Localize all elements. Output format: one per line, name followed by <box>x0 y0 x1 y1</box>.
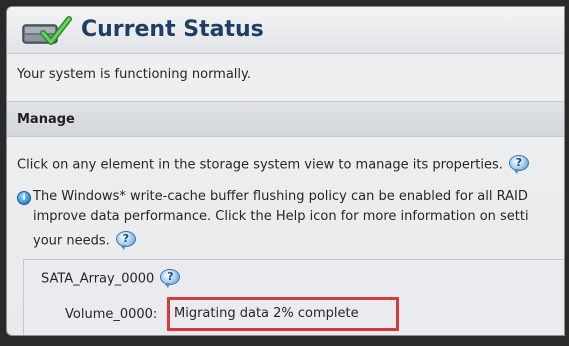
volume-status-highlight: Migrating data 2% complete <box>167 297 399 331</box>
help-icon[interactable]: ? <box>508 155 529 174</box>
policy-text-line2: improve data performance. Click the Help… <box>33 209 529 224</box>
help-icon[interactable]: ? <box>160 269 181 288</box>
volume-label[interactable]: Volume_0000: <box>65 307 157 322</box>
page-title: Current Status <box>81 17 264 42</box>
policy-text-line3-text: your needs. <box>33 233 110 249</box>
array-name-text[interactable]: SATA_Array_0000 <box>41 272 154 287</box>
array-name[interactable]: SATA_Array_0000? <box>41 269 181 288</box>
help-icon[interactable]: ? <box>115 231 136 250</box>
policy-text-line3: your needs.? <box>33 231 136 250</box>
header-bar: Current Status <box>7 7 564 54</box>
manage-section-header: Manage <box>7 101 564 137</box>
info-icon: i <box>17 191 31 205</box>
status-panel: Current Status Your system is functionin… <box>6 6 565 336</box>
manage-instruction-text: Click on any element in the storage syst… <box>17 157 503 173</box>
manage-instruction: Click on any element in the storage syst… <box>17 155 529 174</box>
storage-check-icon <box>21 15 73 51</box>
manage-label: Manage <box>17 112 75 127</box>
policy-text-line1: The Windows* write-cache buffer flushing… <box>33 189 528 204</box>
system-status-text: Your system is functioning normally. <box>17 67 252 82</box>
